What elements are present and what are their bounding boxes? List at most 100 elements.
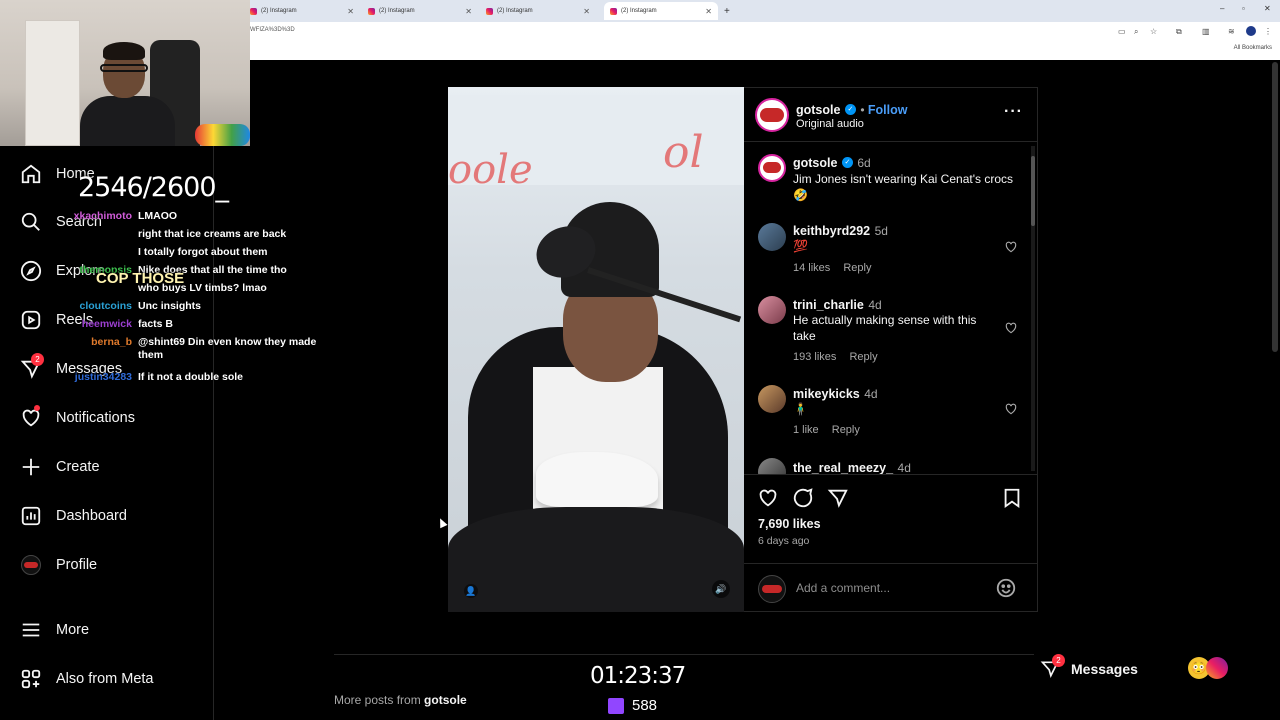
zoom-icon[interactable]: ⌕ [1134, 27, 1138, 37]
comment-username[interactable]: gotsole [793, 156, 837, 170]
chat-username[interactable]: berna_b [44, 336, 132, 371]
sub-goal-counter: 2546/2600_ [78, 172, 229, 203]
comment-text: 🧍‍♂️ [793, 402, 808, 416]
plus-icon [20, 456, 42, 478]
verified-icon: ✓ [841, 157, 853, 169]
sidepanel-icon[interactable]: ▥ [1202, 27, 1210, 36]
sidebar-item-dashboard[interactable]: Dashboard [20, 503, 127, 529]
like-comment-icon[interactable] [1004, 321, 1018, 335]
screen-icon[interactable]: ▭ [1118, 27, 1126, 36]
comment-likes[interactable]: 1 like [793, 424, 819, 436]
chat-message: I totally forgot about them [44, 246, 334, 264]
meta-icon [20, 668, 42, 690]
close-icon[interactable]: ✕ [583, 7, 590, 16]
compass-icon [20, 260, 42, 282]
save-icon[interactable] [1001, 487, 1023, 509]
chat-message: justin34283 If it not a double sole [44, 371, 334, 389]
author-avatar[interactable] [755, 98, 789, 132]
browser-tab[interactable]: (2) Instagram ✕ [250, 2, 360, 20]
comment-input[interactable] [796, 578, 996, 598]
instagram-icon [486, 7, 493, 15]
comment-avatar[interactable] [758, 385, 786, 413]
chat-username[interactable] [44, 246, 132, 264]
close-icon[interactable]: ✕ [347, 7, 354, 16]
tagged-user-icon[interactable]: 👤 [464, 584, 478, 598]
comment-likes[interactable]: 14 likes [793, 262, 830, 274]
comment-likes[interactable]: 193 likes [793, 351, 836, 363]
comment-icon[interactable] [792, 487, 814, 509]
messages-label: Messages [1071, 661, 1138, 677]
like-comment-icon[interactable] [1004, 240, 1018, 254]
comment-avatar[interactable] [758, 223, 786, 251]
messages-badge: 2 [1052, 654, 1065, 667]
reply-button[interactable]: Reply [843, 262, 871, 274]
comment-avatar[interactable] [758, 154, 786, 182]
comment-username[interactable]: trini_charlie [793, 298, 864, 312]
follow-button[interactable]: Follow [868, 103, 908, 117]
audio-label[interactable]: Original audio [796, 118, 864, 130]
comments-list: gotsole ✓ 6d Jim Jones isn't wearing Kai… [744, 142, 1038, 475]
all-bookmarks[interactable]: All Bookmarks [1234, 45, 1272, 51]
sidebar-item-also-from-meta[interactable]: Also from Meta [20, 666, 154, 692]
share-icon[interactable] [827, 487, 849, 509]
volume-icon[interactable]: 🔊 [712, 580, 730, 598]
comment-username[interactable]: mikeykicks [793, 387, 860, 401]
comment-username[interactable]: the_real_meezy_ [793, 461, 893, 474]
more-options-icon[interactable]: ··· [1004, 103, 1023, 121]
page-scrollbar[interactable] [1272, 62, 1278, 352]
sidebar-item-more[interactable]: More [20, 617, 89, 643]
likes-count[interactable]: 7,690 likes [758, 517, 821, 531]
reply-button[interactable]: Reply [832, 424, 860, 436]
comments-scrollbar[interactable] [1031, 146, 1035, 471]
minimize-icon[interactable]: – [1220, 4, 1224, 13]
search-icon [20, 211, 42, 233]
profile-icon[interactable] [1246, 26, 1256, 36]
extensions-icon[interactable]: ⧉ [1176, 27, 1182, 37]
chat-text: I totally forgot about them [138, 246, 268, 258]
comment-meta: 1 like Reply [793, 424, 860, 436]
new-tab-button[interactable]: + [724, 2, 730, 20]
chat-message: heemwick facts B [44, 318, 334, 336]
browser-tab-active[interactable]: (2) Instagram ✕ [604, 2, 718, 20]
webcam-overlay [0, 0, 250, 146]
browser-tab[interactable]: (2) Instagram ✕ [486, 2, 596, 20]
chat-username[interactable]: justin34283 [44, 371, 132, 389]
twitch-icon [608, 697, 624, 714]
divider [334, 654, 1034, 655]
restore-icon[interactable]: ▫ [1242, 4, 1245, 13]
window-close-icon[interactable]: ✕ [1264, 4, 1271, 13]
streamer-glasses [100, 64, 148, 72]
more-posts-user[interactable]: gotsole [424, 693, 467, 707]
author-username[interactable]: gotsole [796, 103, 840, 117]
reply-button[interactable]: Reply [849, 351, 877, 363]
messages-pill[interactable]: 2 Messages 😳 [1040, 654, 1236, 682]
chat-username[interactable]: heemwick [44, 318, 132, 336]
extension-icon[interactable]: ≋ [1228, 27, 1235, 36]
kebab-menu-icon[interactable]: ⋮ [1264, 27, 1272, 36]
sidebar-item-profile[interactable]: Profile [20, 552, 97, 578]
sidebar-item-notifications[interactable]: Notifications [20, 405, 135, 431]
url-text[interactable]: WFIZA%3D%3D [250, 27, 295, 33]
like-comment-icon[interactable] [1004, 402, 1018, 416]
pillow [195, 124, 250, 146]
emoji-icon[interactable] [995, 577, 1017, 599]
reel-video[interactable]: oole ol 👤 🔊 [448, 87, 744, 612]
chat-username[interactable]: cloutcoins [44, 300, 132, 318]
scrollbar-thumb[interactable] [1031, 156, 1035, 226]
comment-text: He actually making sense with this take [793, 313, 977, 344]
comment-avatar[interactable] [758, 296, 786, 324]
close-icon[interactable]: ✕ [465, 7, 472, 16]
chat-username[interactable]: xkachimoto [44, 210, 132, 228]
comment-username[interactable]: keithbyrd292 [793, 224, 870, 238]
star-icon[interactable]: ☆ [1150, 27, 1157, 36]
chat-username[interactable] [44, 228, 132, 246]
close-icon[interactable]: ✕ [705, 7, 712, 16]
comment-avatar[interactable] [758, 458, 786, 474]
comment-time: 5d [874, 224, 888, 238]
video-caption: COP THOSE [96, 270, 185, 287]
comment-text: 💯 [793, 239, 808, 253]
sidebar-item-create[interactable]: Create [20, 454, 100, 480]
verified-icon: ✓ [844, 104, 856, 116]
like-icon[interactable] [757, 487, 779, 509]
browser-tab[interactable]: (2) Instagram ✕ [368, 2, 478, 20]
